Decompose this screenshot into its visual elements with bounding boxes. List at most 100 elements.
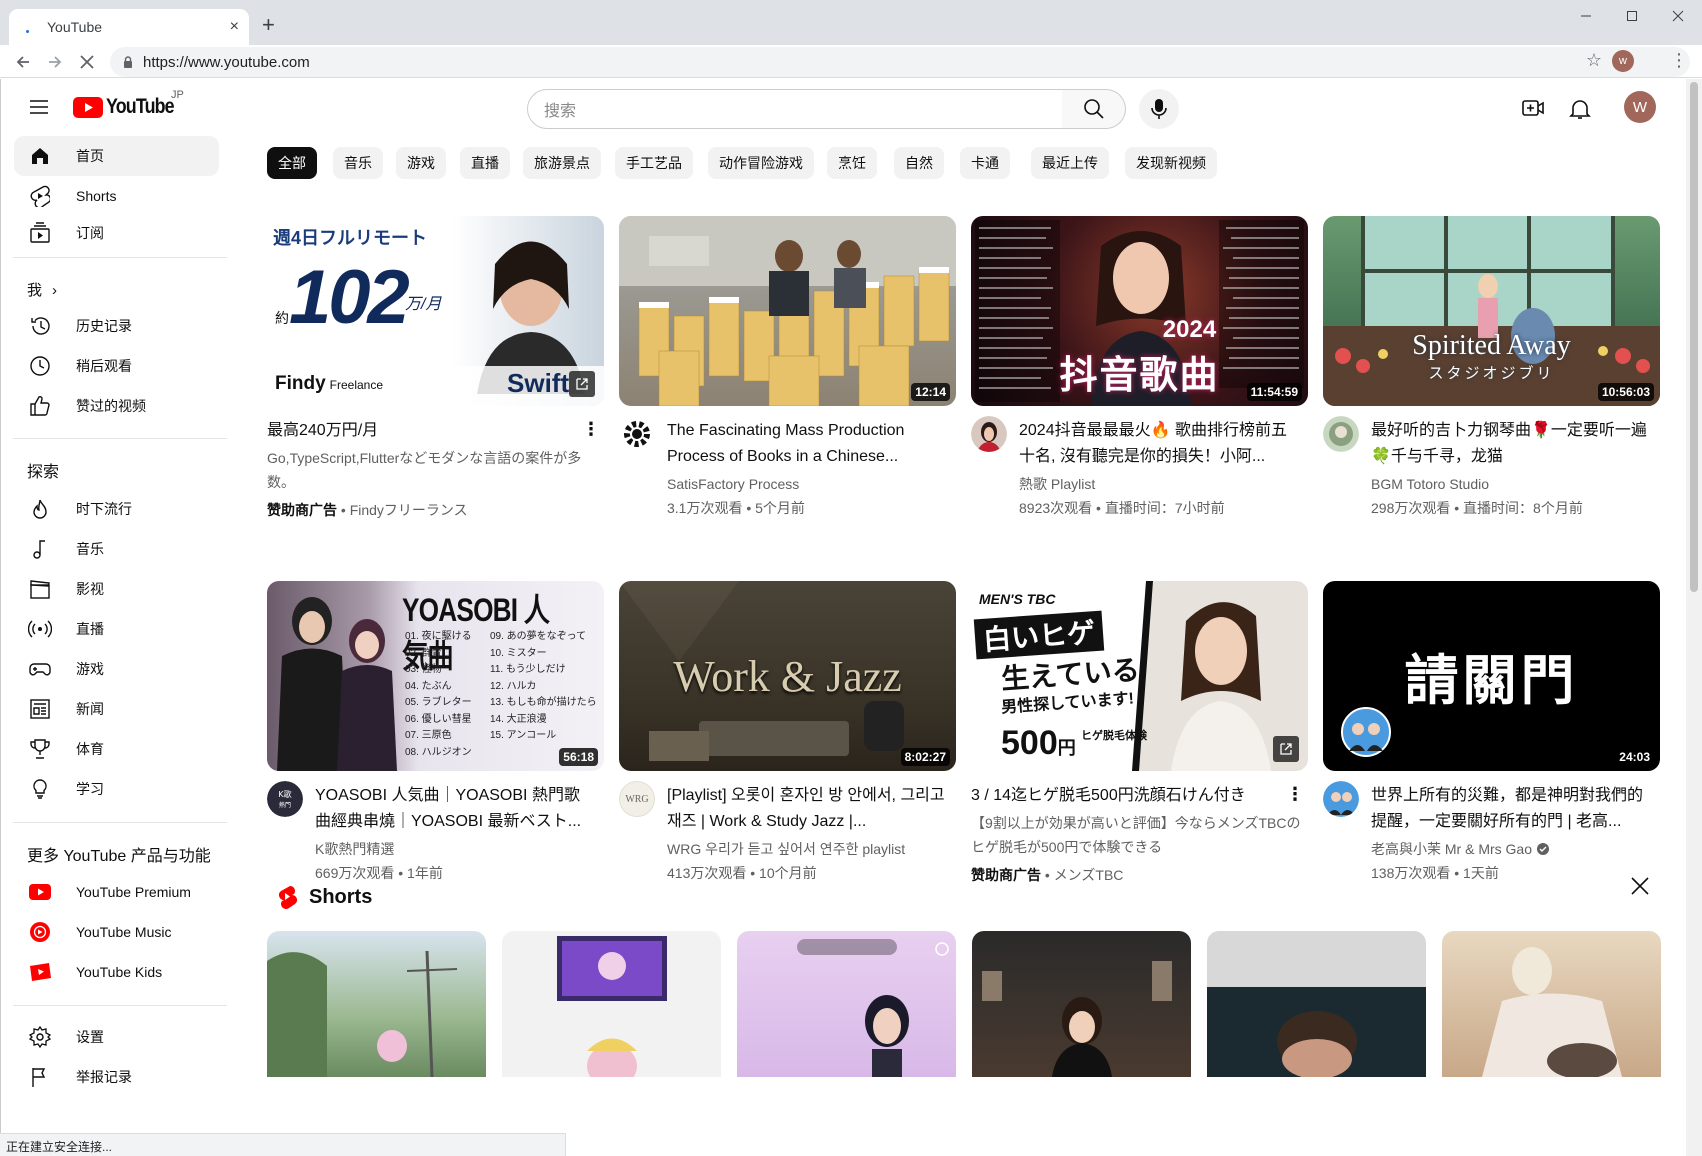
channel-name[interactable]: メンズTBC <box>1054 867 1124 883</box>
account-avatar[interactable]: W <box>1624 91 1656 123</box>
channel-name[interactable]: 熱歌 Playlist <box>1019 473 1299 495</box>
forward-arrow-icon[interactable] <box>42 49 68 75</box>
youtube-play-logo-icon <box>73 96 103 118</box>
search-input[interactable]: 搜索 <box>527 89 1063 129</box>
video-title[interactable]: 最高240万円/月 <box>267 418 547 444</box>
sidebar-item-news[interactable]: 新闻 <box>14 689 219 729</box>
external-link-icon[interactable] <box>569 371 595 397</box>
channel-avatar[interactable] <box>619 416 655 452</box>
channel-avatar[interactable] <box>1323 781 1359 817</box>
sidebar-item-subscriptions[interactable]: 订阅 <box>14 213 219 253</box>
sidebar-item-settings[interactable]: 设置 <box>14 1017 219 1057</box>
video-title[interactable]: 3 / 14迄ヒゲ脱毛500円洗顔石けん付き <box>971 783 1251 809</box>
browser-profile-avatar[interactable]: w <box>1612 50 1634 72</box>
sidebar-item-youtube-kids[interactable]: YouTube Kids <box>14 952 219 992</box>
minimize-icon[interactable] <box>1566 4 1606 28</box>
bookmark-star-icon[interactable]: ☆ <box>1586 50 1602 71</box>
channel-avatar[interactable]: WRG <box>619 781 655 817</box>
new-tab-button[interactable]: + <box>262 13 275 37</box>
close-window-icon[interactable] <box>1658 4 1698 28</box>
more-actions-icon[interactable]: ⋮ <box>1286 785 1304 803</box>
channel-name[interactable]: K歌熱門精選 <box>315 838 595 860</box>
maximize-icon[interactable] <box>1612 4 1652 28</box>
sidebar-item-live[interactable]: 直播 <box>14 609 219 649</box>
short-thumbnail[interactable] <box>502 931 721 1077</box>
video-thumbnail[interactable]: Spirited Away スタジオジブリ 10:56:03 <box>1323 216 1660 406</box>
sidebar-item-music[interactable]: 音乐 <box>14 529 219 569</box>
omnibox[interactable]: https://www.youtube.com <box>110 47 1690 77</box>
sidebar-you-heading[interactable]: 我 › <box>27 279 57 300</box>
chip-2[interactable]: 游戏 <box>396 147 446 179</box>
chip-1[interactable]: 音乐 <box>333 147 383 179</box>
chip-8[interactable]: 自然 <box>894 147 944 179</box>
channel-name[interactable]: BGM Totoro Studio <box>1371 473 1651 495</box>
external-link-icon[interactable] <box>1273 736 1299 762</box>
chip-11[interactable]: 发现新视频 <box>1125 147 1217 179</box>
short-thumbnail[interactable] <box>1442 931 1661 1077</box>
channel-name[interactable]: SatisFactory Process <box>667 473 947 495</box>
video-title[interactable]: 世界上所有的災難，都是神明對我們的提醒，一定要關好所有的門 | 老高... <box>1371 783 1651 835</box>
channel-avatar[interactable]: K歌 熱門 <box>267 781 303 817</box>
back-arrow-icon[interactable] <box>10 49 36 75</box>
sidebar-item-learning[interactable]: 学习 <box>14 769 219 809</box>
video-thumbnail[interactable]: 2024 抖音歌曲 11:54:59 <box>971 216 1308 406</box>
sidebar-item-movies[interactable]: 影视 <box>14 569 219 609</box>
sidebar-item-trending[interactable]: 时下流行 <box>14 489 219 529</box>
sidebar-item-shorts[interactable]: Shorts <box>14 176 219 216</box>
voice-search-button[interactable] <box>1139 89 1179 129</box>
video-thumbnail[interactable]: 12:14 <box>619 216 956 406</box>
channel-avatar[interactable] <box>971 416 1007 452</box>
video-title[interactable]: YOASOBI 人気曲｜YOASOBI 熱門歌曲經典串燒｜YOASOBI 最新ベ… <box>315 783 595 835</box>
video-thumbnail[interactable]: YOASOBI 人気曲 01. 夜に駆ける 02. 群青 03. 怪物 04. たぶん… <box>267 581 604 771</box>
video-thumbnail[interactable]: Work & Jazz 8:02:27 <box>619 581 956 771</box>
browser-menu-icon[interactable]: ⋮ <box>1670 50 1688 71</box>
sidebar-item-liked-videos[interactable]: 赞过的视频 <box>14 386 219 426</box>
short-thumbnail[interactable] <box>737 931 956 1077</box>
chip-10[interactable]: 最近上传 <box>1031 147 1109 179</box>
chip-7[interactable]: 烹饪 <box>827 147 877 179</box>
tab-close-icon[interactable]: × <box>230 18 239 36</box>
hamburger-menu-icon[interactable] <box>27 97 51 117</box>
sidebar-divider <box>13 257 227 258</box>
video-title[interactable]: 2024抖音最最最火🔥 歌曲排行榜前五十名, 沒有聽完是你的損失！小阿... <box>1019 418 1299 470</box>
video-title[interactable]: The Fascinating Mass Production Process … <box>667 418 947 470</box>
video-title[interactable]: [Playlist] 오롯이 혼자인 방 안에서, 그리고 재즈 | Work … <box>667 783 947 835</box>
video-thumbnail[interactable]: 請關門 24:03 <box>1323 581 1660 771</box>
search-button[interactable] <box>1062 89 1126 129</box>
more-actions-icon[interactable]: ⋮ <box>582 420 600 438</box>
dismiss-shorts-icon[interactable] <box>1630 876 1650 896</box>
chip-0[interactable]: 全部 <box>267 147 317 179</box>
create-video-icon[interactable] <box>1521 97 1545 119</box>
sidebar-item-sports[interactable]: 体育 <box>14 729 219 769</box>
browser-tab[interactable]: YouTube × <box>9 9 249 45</box>
short-thumbnail[interactable] <box>267 931 486 1077</box>
video-thumbnail[interactable]: 週4日フルリモート 約 102 万/月 Findy Freelance Swift <box>267 216 604 406</box>
sidebar-item-youtube-premium[interactable]: YouTube Premium <box>14 872 219 912</box>
video-thumbnail[interactable]: MEN'S TBC 白いヒゲ 生えている 男性探しています! 500円 ヒゲ脱毛… <box>971 581 1308 771</box>
chip-5[interactable]: 手工艺品 <box>615 147 693 179</box>
sidebar-item-watch-later[interactable]: 稍后观看 <box>14 346 219 386</box>
stop-loading-icon[interactable] <box>74 49 100 75</box>
sidebar-item-gaming[interactable]: 游戏 <box>14 649 219 689</box>
sidebar-item-youtube-music[interactable]: YouTube Music <box>14 912 219 952</box>
sidebar-item-report-history[interactable]: 举报记录 <box>14 1057 219 1097</box>
live-icon <box>28 617 52 641</box>
chip-3[interactable]: 直播 <box>460 147 510 179</box>
thumb-brand: Findy <box>275 373 326 394</box>
sidebar-item-home[interactable]: 首页 <box>14 136 219 176</box>
chip-4[interactable]: 旅游景点 <box>523 147 601 179</box>
channel-name[interactable]: WRG 우리가 듣고 싶어서 연주한 playlist <box>667 838 947 860</box>
short-thumbnail[interactable] <box>972 931 1191 1077</box>
chip-9[interactable]: 卡通 <box>960 147 1010 179</box>
thumb-price: 500円 <box>1001 724 1076 762</box>
scrollbar-thumb[interactable] <box>1690 82 1698 592</box>
short-thumbnail[interactable] <box>1207 931 1426 1077</box>
sidebar-item-history[interactable]: 历史记录 <box>14 306 219 346</box>
youtube-logo[interactable]: YouTube JP <box>73 89 186 119</box>
channel-avatar[interactable] <box>1323 416 1359 452</box>
chip-6[interactable]: 动作冒险游戏 <box>708 147 814 179</box>
channel-name[interactable]: 老高與小茉 Mr & Mrs Gao <box>1371 838 1532 860</box>
notifications-bell-icon[interactable] <box>1569 97 1591 121</box>
video-title[interactable]: 最好听的吉卜力钢琴曲🌹一定要听一遍🍀千与千寻，龙猫 <box>1371 418 1651 470</box>
channel-name[interactable]: Findyフリーランス <box>350 502 468 518</box>
